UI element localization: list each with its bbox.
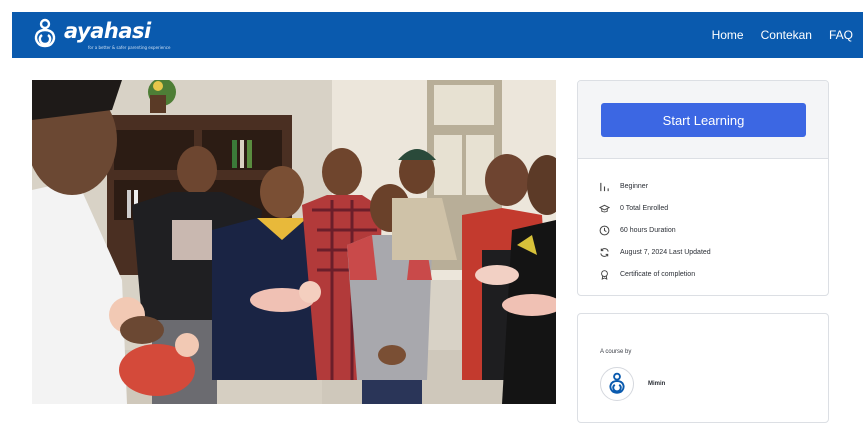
level-bars-icon (598, 180, 610, 192)
meta-updated: August 7, 2024 Last Updated (598, 241, 828, 263)
meta-enrolled-text: 0 Total Enrolled (620, 204, 669, 212)
nav-home[interactable]: Home (712, 28, 744, 42)
meta-duration: 60 hours Duration (598, 219, 828, 241)
graduation-cap-icon (598, 202, 610, 214)
nav-faq[interactable]: FAQ (829, 28, 853, 42)
start-learning-button[interactable]: Start Learning (601, 103, 806, 137)
course-meta-list: Beginner 0 Total Enrolled 60 hours Durat… (578, 159, 828, 285)
course-info-card: Start Learning Beginner 0 Total Enrolled… (577, 80, 829, 296)
meta-certificate: Certificate of completion (598, 263, 828, 285)
author-avatar[interactable] (600, 367, 634, 401)
certificate-icon (598, 268, 610, 280)
brand-logo[interactable]: ayahasi for a better & safer parenting e… (30, 16, 170, 52)
course-action-area: Start Learning (578, 81, 828, 159)
brand-name: ayahasi (64, 19, 151, 43)
clock-icon (598, 224, 610, 236)
top-navbar: ayahasi for a better & safer parenting e… (12, 12, 863, 58)
course-author-card: A course by Mimin (577, 313, 829, 423)
meta-enrolled: 0 Total Enrolled (598, 197, 828, 219)
hero-photo (32, 80, 556, 404)
author-logo-icon (609, 372, 625, 394)
refresh-icon (598, 246, 610, 258)
meta-updated-text: August 7, 2024 Last Updated (620, 248, 711, 256)
meta-level-text: Beginner (620, 182, 649, 190)
author-name[interactable]: Mimin (648, 381, 665, 387)
author-label: A course by (600, 349, 632, 355)
meta-duration-text: 60 hours Duration (620, 226, 676, 234)
meta-certificate-text: Certificate of completion (620, 270, 696, 278)
meta-level: Beginner (598, 175, 828, 197)
nav-contekan[interactable]: Contekan (761, 28, 812, 42)
main-nav: Home Contekan FAQ (712, 12, 853, 58)
course-hero-image (32, 80, 556, 404)
logo-icon (34, 18, 56, 48)
brand-tagline: for a better & safer parenting experienc… (88, 45, 171, 50)
